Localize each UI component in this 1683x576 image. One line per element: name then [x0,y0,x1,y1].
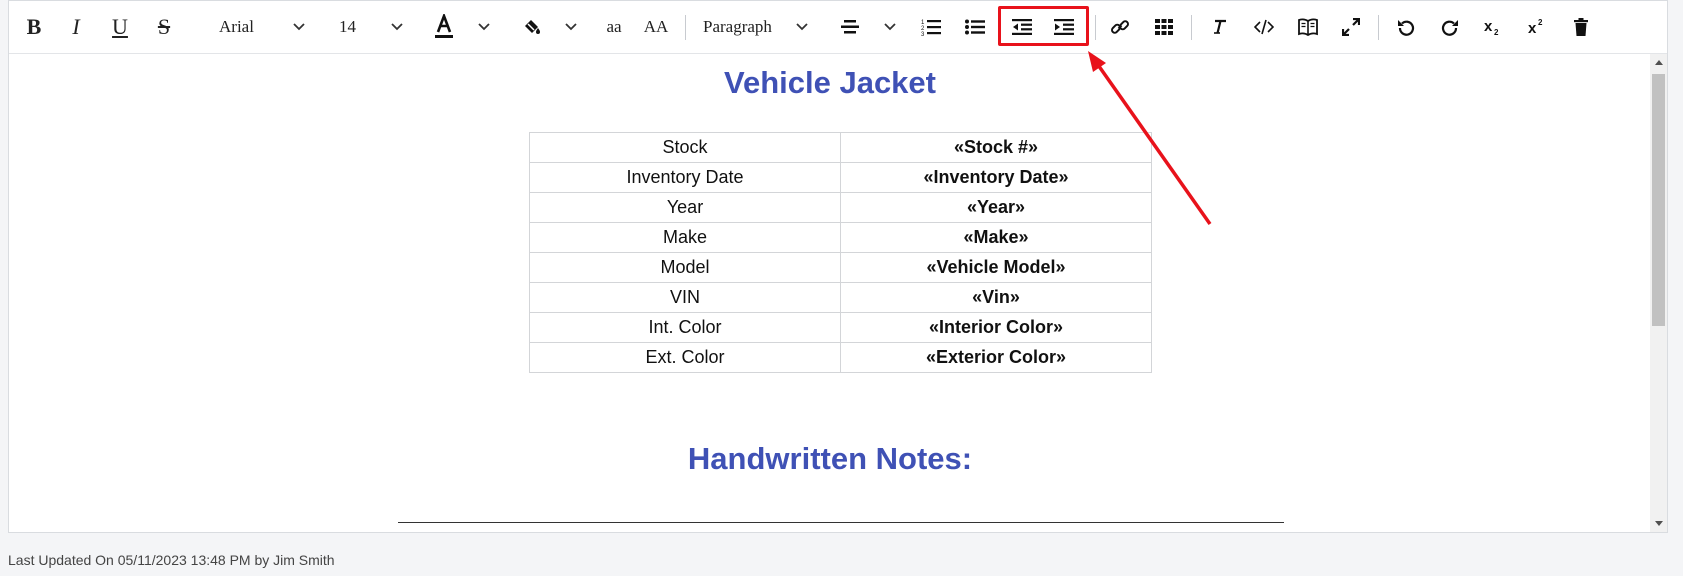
font-color-icon [433,14,455,40]
field-merge-value: «Exterior Color» [840,342,1152,373]
chevron-down-icon [884,23,896,31]
highlight-color-button[interactable] [517,9,547,45]
highlight-color-dropdown[interactable] [562,9,580,45]
table-row: Ext. Color «Exterior Color» [529,342,1152,373]
clear-format-icon [1211,18,1229,36]
field-merge-value: «Interior Color» [840,312,1152,343]
svg-text:x: x [1484,18,1493,35]
annotation-arrow [1088,51,1212,226]
align-dropdown[interactable] [881,9,899,45]
svg-text:2: 2 [1538,18,1543,27]
chevron-down-icon [565,23,577,31]
chevron-down-icon [796,23,808,31]
toolbar-separator [685,15,686,40]
field-merge-value: «Vin» [840,282,1152,313]
vertical-scrollbar[interactable] [1650,54,1667,532]
toolbar-separator [1191,15,1192,40]
block-format-select[interactable]: Paragraph [703,9,813,45]
editor-toolbar: B I U S Arial 14 aa AA Paragraph 1 2 3 x… [9,1,1667,54]
notes-line [398,522,1284,523]
delete-button[interactable] [1566,9,1596,45]
field-label: Year [529,192,841,223]
redo-icon [1441,18,1459,36]
font-size-value: 14 [339,17,356,36]
align-center-icon [840,19,860,35]
superscript-icon: x2 [1528,18,1548,36]
table-row: Make «Make» [529,222,1152,253]
field-label: Ext. Color [529,342,841,373]
svg-text:3: 3 [921,32,925,36]
source-code-button[interactable] [1248,9,1280,45]
insert-table-button[interactable] [1149,9,1179,45]
underline-button[interactable]: U [105,9,135,45]
align-button[interactable] [835,9,865,45]
superscript-button[interactable]: x2 [1522,9,1554,45]
redo-button[interactable] [1434,9,1466,45]
scroll-up-arrow-icon[interactable] [1650,54,1667,70]
unordered-list-icon [965,19,985,35]
table-grid-icon [1155,19,1173,35]
link-icon [1110,17,1130,37]
lowercase-button[interactable]: aa [599,9,629,45]
chevron-down-icon [293,23,305,31]
scrollbar-thumb[interactable] [1652,74,1665,326]
table-row: Int. Color «Interior Color» [529,312,1152,343]
clear-formatting-button[interactable] [1205,9,1235,45]
unordered-list-button[interactable] [960,9,990,45]
last-updated-status: Last Updated On 05/11/2023 13:48 PM by J… [8,552,335,568]
ordered-list-button[interactable]: 123 [916,9,946,45]
field-label: Inventory Date [529,162,841,193]
table-row: Inventory Date «Inventory Date» [529,162,1152,193]
field-label: Stock [529,132,841,163]
ordered-list-icon: 123 [921,18,941,36]
font-family-select[interactable]: Arial [219,9,309,45]
font-color-dropdown[interactable] [475,9,493,45]
field-merge-value: «Vehicle Model» [840,252,1152,283]
font-family-value: Arial [219,17,254,36]
chevron-down-icon [391,23,403,31]
strikethrough-button[interactable]: S [149,9,179,45]
uppercase-button[interactable]: AA [639,9,673,45]
indent-controls-highlight [998,6,1089,46]
field-label: Int. Color [529,312,841,343]
insert-link-button[interactable] [1105,9,1135,45]
subscript-icon: x2 [1484,18,1504,36]
trash-icon [1574,18,1588,36]
vehicle-info-table: Stock «Stock #» Inventory Date «Inventory D… [529,132,1152,373]
block-format-value: Paragraph [703,17,772,36]
table-row: Year «Year» [529,192,1152,223]
paint-bucket-icon [522,18,542,36]
expand-icon [1342,18,1360,36]
toolbar-separator [1095,15,1096,40]
preview-button[interactable] [1292,9,1324,45]
scroll-down-arrow-icon[interactable] [1650,516,1667,532]
toolbar-separator [1378,15,1379,40]
svg-text:x: x [1528,20,1537,36]
book-icon [1298,18,1318,36]
font-color-button[interactable] [429,9,459,45]
italic-button[interactable]: I [61,9,91,45]
field-label: VIN [529,282,841,313]
chevron-down-icon [478,23,490,31]
table-row: Stock «Stock #» [529,132,1152,163]
field-label: Model [529,252,841,283]
document-title: Vehicle Jacket [724,65,936,100]
undo-icon [1397,18,1415,36]
fullscreen-button[interactable] [1335,9,1367,45]
svg-text:2: 2 [1494,28,1499,36]
bold-button[interactable]: B [19,9,49,45]
table-row: VIN «Vin» [529,282,1152,313]
code-icon [1254,19,1274,35]
notes-heading: Handwritten Notes: [687,441,973,476]
editor-content-area[interactable]: Vehicle Jacket Stock «Stock #» Inventory D… [9,54,1651,532]
undo-button[interactable] [1390,9,1422,45]
font-size-select[interactable]: 14 [339,9,409,45]
rich-text-editor: B I U S Arial 14 aa AA Paragraph 1 2 3 x… [8,0,1668,533]
subscript-button[interactable]: x2 [1478,9,1510,45]
table-row: Model «Vehicle Model» [529,252,1152,283]
field-label: Make [529,222,841,253]
